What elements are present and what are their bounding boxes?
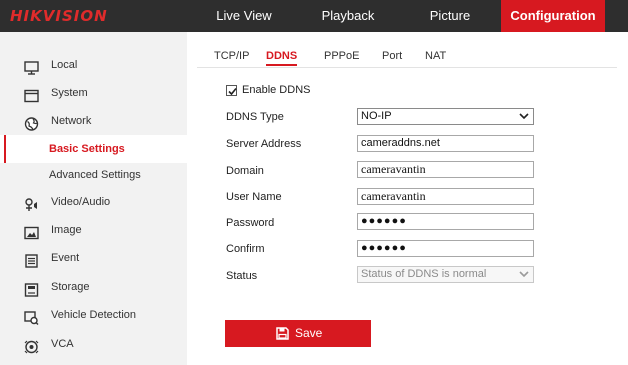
confirm-password-input[interactable]: ●●●●●● [357, 240, 534, 257]
tab-port[interactable]: Port [382, 48, 402, 66]
save-button[interactable]: Save [225, 320, 371, 347]
server-address-label: Server Address [226, 138, 302, 150]
sidebar-item-vehicle-detection[interactable]: Vehicle Detection [0, 301, 187, 329]
sidebar-item-event[interactable]: Event [0, 244, 187, 272]
ddns-type-select[interactable]: NO-IP [357, 108, 534, 125]
tabs-divider [197, 67, 617, 68]
hikvision-logo: HIKVISION [10, 7, 108, 25]
sidebar-item-system[interactable]: System [0, 79, 187, 107]
nav-configuration[interactable]: Configuration [501, 0, 605, 32]
sidebar-item-advanced-settings[interactable]: Advanced Settings [0, 161, 187, 189]
tab-pppoe[interactable]: PPPoE [324, 48, 359, 66]
sidebar-item-label: Local [51, 59, 78, 71]
tab-nat[interactable]: NAT [425, 48, 446, 66]
status-label: Status [226, 270, 258, 282]
sidebar-item-image[interactable]: Image [0, 216, 187, 244]
top-navigation-bar: HIKVISION Live View Playback Picture Con… [0, 0, 628, 32]
chevron-down-icon [519, 271, 529, 278]
sidebar-item-label: Vehicle Detection [51, 309, 136, 321]
status-value: Status of DDNS is normal [361, 268, 487, 280]
sidebar-item-vca[interactable]: VCA [0, 330, 187, 358]
sidebar-item-label: Video/Audio [51, 196, 111, 208]
ddns-type-label: DDNS Type [226, 111, 284, 123]
sidebar-item-label: Event [51, 252, 80, 264]
storage-icon [24, 280, 39, 297]
checkmark-icon [228, 87, 237, 96]
password-input[interactable]: ●●●●●● [357, 213, 534, 230]
system-window-icon [24, 86, 39, 103]
nav-playback[interactable]: Playback [296, 0, 400, 32]
user-name-label: User Name [226, 191, 282, 203]
domain-label: Domain [226, 165, 264, 177]
page: HIKVISION Live View Playback Picture Con… [0, 0, 628, 365]
tab-ddns[interactable]: DDNS [266, 48, 298, 66]
status-select: Status of DDNS is normal [357, 266, 534, 283]
sidebar-item-label: Network [51, 115, 92, 127]
globe-icon [24, 114, 39, 131]
sidebar-item-storage[interactable]: Storage [0, 273, 187, 301]
confirm-label: Confirm [226, 243, 265, 255]
vca-icon [24, 337, 39, 354]
sidebar-item-basic-settings[interactable]: Basic Settings [0, 135, 187, 163]
tab-tcp-ip[interactable]: TCP/IP [214, 48, 249, 66]
sidebar-item-label: Basic Settings [49, 143, 125, 155]
sidebar-item-label: Storage [51, 281, 90, 293]
sidebar-item-label: Advanced Settings [49, 169, 141, 181]
nav-live-view[interactable]: Live View [192, 0, 296, 32]
sidebar-item-label: System [51, 87, 88, 99]
sidebar-item-network[interactable]: Network [0, 107, 187, 135]
server-address-input[interactable]: cameraddns.net [357, 135, 534, 152]
sidebar-item-video-audio[interactable]: Video/Audio [0, 188, 187, 216]
domain-input[interactable]: cameravantin [357, 161, 534, 178]
event-list-icon [24, 251, 39, 268]
image-icon [24, 223, 39, 240]
ddns-type-value: NO-IP [361, 110, 392, 122]
sidebar: Local System Network Basic Settings Adva… [0, 32, 187, 365]
sidebar-item-label: VCA [51, 338, 74, 350]
vehicle-detection-icon [24, 308, 39, 325]
password-label: Password [226, 217, 275, 229]
enable-ddns-label: Enable DDNS [242, 84, 311, 96]
save-button-label: Save [295, 326, 323, 340]
user-name-input[interactable]: cameravantin [357, 188, 534, 205]
video-audio-icon [24, 195, 39, 211]
sidebar-item-local[interactable]: Local [0, 51, 187, 79]
chevron-down-icon [519, 113, 529, 120]
sidebar-item-label: Image [51, 224, 82, 236]
monitor-icon [24, 58, 39, 75]
floppy-disk-icon [276, 327, 289, 340]
enable-ddns-checkbox[interactable] [226, 85, 237, 96]
nav-picture[interactable]: Picture [400, 0, 500, 32]
